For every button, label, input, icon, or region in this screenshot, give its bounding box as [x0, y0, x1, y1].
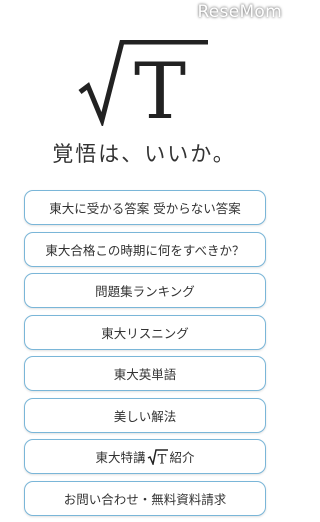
menu-item-label: 紹介 [169, 450, 195, 465]
main-menu: 東大に受かる答案 受からない答案 東大合格この時期に何をすべきか？ 問題集ランキ… [24, 190, 266, 522]
root-t-icon: T [147, 448, 168, 465]
resemom-watermark: ReseMom [197, 2, 282, 22]
menu-item-contact[interactable]: お問い合わせ・無料資料請求 [24, 480, 266, 516]
menu-item-label: 東大に受かる答案 受からない答案 [49, 201, 241, 216]
menu-item-english-vocab[interactable]: 東大英単語 [24, 356, 266, 391]
root-t-logo: T [78, 40, 208, 126]
menu-item-what-to-do[interactable]: 東大合格この時期に何をすべきか？ [24, 231, 266, 267]
menu-item-listening[interactable]: 東大リスニング [24, 314, 266, 350]
menu-item-label: 美しい解法 [113, 408, 177, 424]
menu-item-label: 東大合格この時期に何をすべきか？ [45, 242, 245, 258]
menu-item-label: お問い合わせ・無料資料請求 [63, 491, 227, 507]
menu-item-beautiful-solutions[interactable]: 美しい解法 [24, 397, 266, 433]
menu-item-workbook-ranking[interactable]: 問題集ランキング [24, 273, 266, 308]
svg-text:T: T [157, 452, 166, 465]
menu-item-answers[interactable]: 東大に受かる答案 受からない答案 [24, 190, 266, 225]
menu-item-label: 問題集ランキング [95, 284, 195, 299]
menu-item-label: 東大リスニング [101, 325, 189, 341]
menu-item-label: 東大英単語 [113, 367, 177, 382]
logo-letter: T [134, 47, 186, 126]
menu-item-label: 東大特講 [95, 450, 146, 465]
tagline: 覚悟は、いいか。 [52, 142, 236, 166]
menu-item-special-course[interactable]: 東大特講 T 紹介 [24, 439, 266, 474]
